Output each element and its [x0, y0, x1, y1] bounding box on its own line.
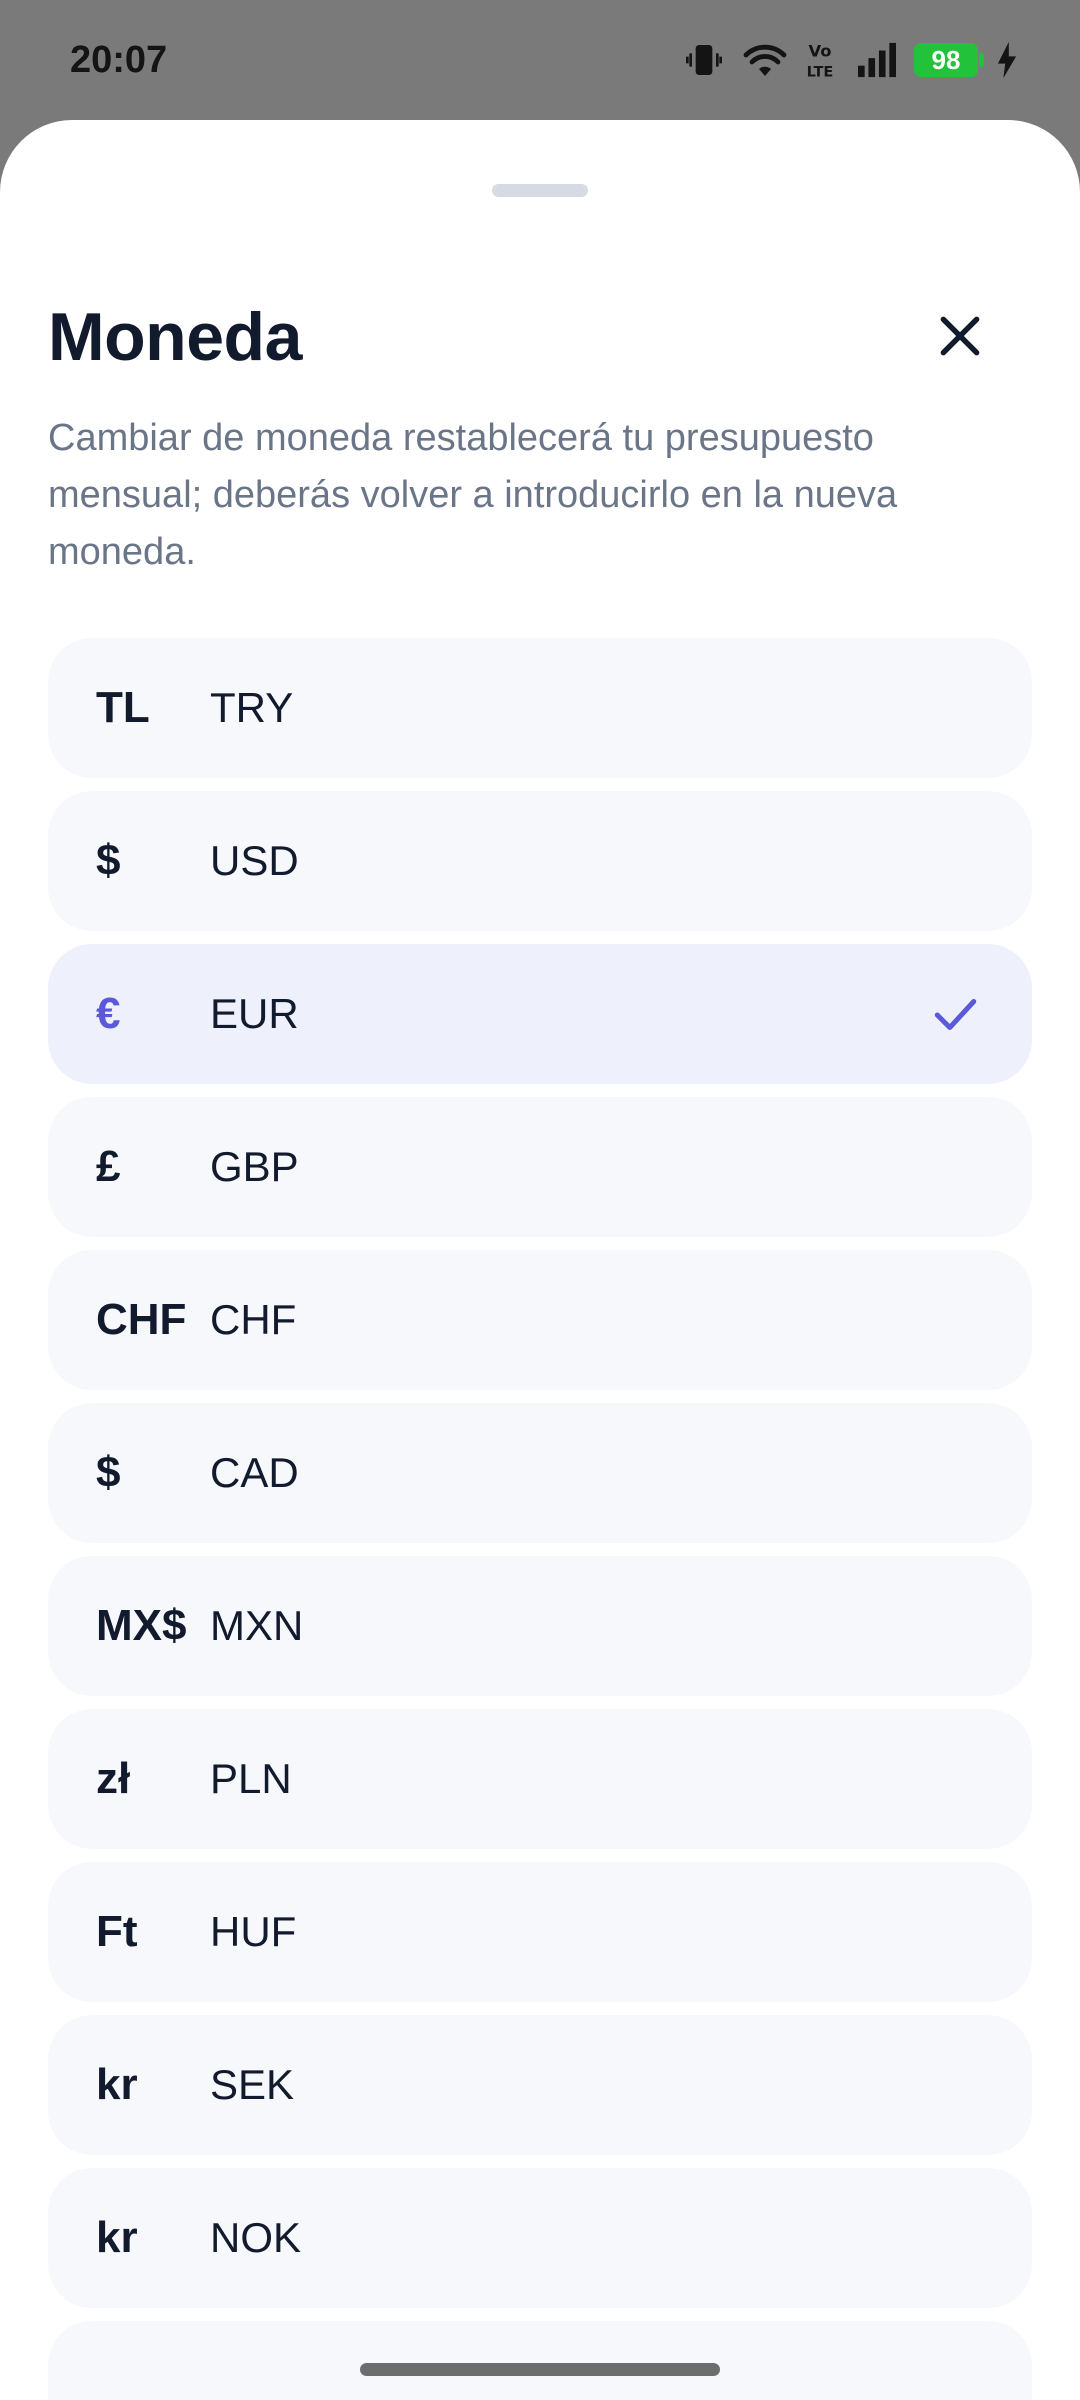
currency-code: CAD — [210, 1449, 299, 1496]
charging-icon — [994, 40, 1020, 80]
currency-symbol: CHF — [96, 1295, 187, 1344]
check-icon — [934, 999, 977, 1031]
status-icons: Vo LTE 98 — [684, 40, 1020, 80]
currency-code: GBP — [210, 1143, 299, 1190]
battery-icon: 98 — [914, 43, 984, 77]
screen: 20:07 Vo LTE 98 Moneda Cambiar de moneda… — [0, 0, 1080, 2400]
currency-list: TL TRY $ USD € EUR £ GBP CHF CHF $ CAD M… — [48, 638, 1032, 2400]
currency-symbol: kr — [96, 2213, 138, 2262]
currency-option-pln[interactable]: zł PLN — [48, 1709, 1032, 1849]
drag-handle[interactable] — [492, 184, 588, 197]
currency-code: NOK — [210, 2214, 302, 2261]
vibrate-icon — [684, 40, 724, 80]
home-indicator[interactable] — [360, 2363, 720, 2376]
currency-code: USD — [210, 837, 299, 884]
currency-symbol: € — [96, 989, 121, 1038]
currency-symbol: MX$ — [96, 1601, 187, 1650]
currency-option-usd[interactable]: $ USD — [48, 791, 1032, 931]
currency-option-huf[interactable]: Ft HUF — [48, 1862, 1032, 2002]
currency-code: HUF — [210, 1908, 297, 1955]
currency-code: EUR — [210, 990, 299, 1037]
signal-icon — [856, 41, 898, 79]
currency-bottom-sheet: Moneda Cambiar de moneda restablecerá tu… — [0, 120, 1080, 2400]
currency-symbol: zł — [96, 1754, 131, 1803]
currency-code: SEK — [210, 2061, 295, 2108]
currency-option-try[interactable]: TL TRY — [48, 638, 1032, 778]
currency-symbol: kr — [96, 2060, 138, 2109]
close-button[interactable] — [920, 296, 1000, 376]
currency-option-eur[interactable]: € EUR — [48, 944, 1032, 1084]
currency-option-sek[interactable]: kr SEK — [48, 2015, 1032, 2155]
currency-code: MXN — [210, 1602, 304, 1649]
currency-code: CHF — [210, 1296, 297, 1343]
close-icon — [940, 316, 980, 356]
svg-text:LTE: LTE — [807, 64, 834, 80]
currency-option-cad[interactable]: $ CAD — [48, 1403, 1032, 1543]
currency-option-mxn[interactable]: MX$ MXN — [48, 1556, 1032, 1696]
status-bar: 20:07 Vo LTE 98 — [0, 0, 1080, 120]
svg-text:Vo: Vo — [808, 41, 831, 60]
currency-symbol: £ — [96, 1142, 121, 1191]
currency-code: PLN — [210, 1755, 292, 1802]
sheet-description: Cambiar de moneda restablecerá tu presup… — [48, 417, 898, 573]
currency-option-partial[interactable] — [48, 2321, 1032, 2400]
currency-option-chf[interactable]: CHF CHF — [48, 1250, 1032, 1390]
currency-option-nok[interactable]: kr NOK — [48, 2168, 1032, 2308]
wifi-icon — [740, 40, 790, 80]
currency-symbol: Ft — [96, 1907, 138, 1956]
sheet-title: Moneda — [48, 299, 302, 375]
currency-symbol: $ — [96, 1448, 121, 1497]
status-time: 20:07 — [70, 38, 168, 81]
currency-code: TRY — [210, 684, 294, 731]
currency-option-gbp[interactable]: £ GBP — [48, 1097, 1032, 1237]
currency-symbol: TL — [96, 683, 150, 732]
battery-level: 98 — [931, 44, 961, 75]
currency-symbol: $ — [96, 836, 121, 885]
volte-icon: Vo LTE — [806, 40, 840, 80]
